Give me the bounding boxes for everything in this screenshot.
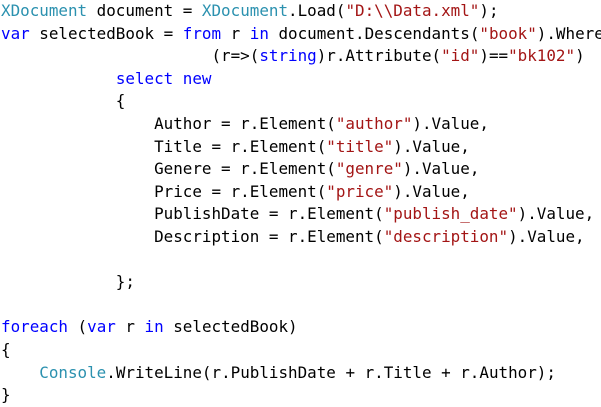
keyword-token: foreach [1, 317, 68, 337]
code-text: ).Value, [517, 204, 595, 224]
code-text: Genere = r.Element( [1, 159, 336, 179]
string-token: "publish_date" [383, 204, 518, 224]
keyword-token: var [87, 317, 116, 337]
code-text: Description = r.Element( [1, 226, 384, 246]
code-text: document.Descendants( [268, 23, 480, 43]
code-text: ).Value, [402, 159, 480, 179]
string-token: "author" [335, 113, 413, 133]
keyword-token: string [259, 46, 317, 66]
string-token: "id" [441, 46, 480, 66]
code-line: } [1, 384, 601, 407]
string-token: "title" [326, 136, 394, 156]
string-token: "price" [326, 181, 394, 201]
string-token: "genre" [335, 159, 403, 179]
code-line: Description = r.Element("description").V… [1, 226, 601, 249]
code-text: Author = r.Element( [1, 113, 336, 133]
keyword-token: from [182, 23, 222, 43]
code-text: (r=>( [1, 46, 260, 66]
code-text: Title = r.Element( [1, 136, 327, 156]
code-text: Price = r.Element( [1, 181, 327, 201]
keyword-token: select [115, 68, 174, 88]
code-editor: XDocument document = XDocument.Load("D:\… [0, 0, 601, 407]
code-line: Author = r.Element("author").Value, [1, 113, 601, 136]
code-text: ).Value, [412, 113, 489, 133]
code-text: selectedBook) [163, 317, 298, 337]
code-line: var selectedBook = from r in document.De… [1, 23, 601, 46]
code-text: .WriteLine(r.PublishDate + r.Title + r.A… [106, 362, 556, 382]
type-token: XDocument [1, 1, 88, 20]
code-text: ( [67, 317, 88, 337]
code-line: PublishDate = r.Element("publish_date").… [1, 203, 601, 226]
code-line: { [1, 90, 601, 113]
keyword-token: new [182, 68, 212, 88]
code-line: Title = r.Element("title").Value, [1, 136, 601, 159]
code-line: select new [1, 68, 601, 91]
code-text: ).Value, [393, 136, 470, 156]
string-token: "description" [383, 226, 509, 246]
code-text: selectedBook = [29, 23, 183, 43]
code-text: ).Where [536, 23, 601, 43]
code-text: ) [575, 46, 585, 66]
code-text: }; [1, 272, 135, 292]
code-text: ).Value, [393, 181, 470, 201]
code-line: Genere = r.Element("genre").Value, [1, 158, 601, 181]
keyword-token: in [249, 23, 269, 43]
code-line: Price = r.Element("price").Value, [1, 181, 601, 204]
code-text: PublishDate = r.Element( [1, 204, 384, 224]
code-text: ); [479, 1, 499, 20]
string-token: "D:\\Data.xml" [345, 1, 480, 20]
code-text: )r.Attribute( [316, 46, 442, 66]
code-text: )== [479, 46, 509, 66]
code-text: r [115, 317, 145, 337]
code-line: foreach (var r in selectedBook) [1, 316, 601, 339]
code-text: r [221, 23, 250, 43]
code-line: XDocument document = XDocument.Load("D:\… [1, 0, 601, 23]
code-text: .Load( [288, 1, 346, 20]
keyword-token: in [144, 317, 164, 337]
code-line: Console.WriteLine(r.PublishDate + r.Titl… [1, 362, 601, 385]
code-line: (r=>(string)r.Attribute("id")=="bk102") [1, 45, 601, 68]
code-text: document = [87, 1, 202, 20]
code-text: { [1, 339, 11, 359]
keyword-token: var [1, 23, 30, 43]
code-text: } [1, 385, 11, 405]
type-token: XDocument [201, 1, 289, 20]
code-text: { [1, 91, 126, 111]
type-token: Console [39, 362, 107, 382]
string-token: "bk102" [508, 46, 576, 66]
code-text: ).Value, [508, 226, 585, 246]
string-token: "book" [479, 23, 537, 43]
code-line: { [1, 339, 601, 362]
code-line: }; [1, 271, 601, 294]
